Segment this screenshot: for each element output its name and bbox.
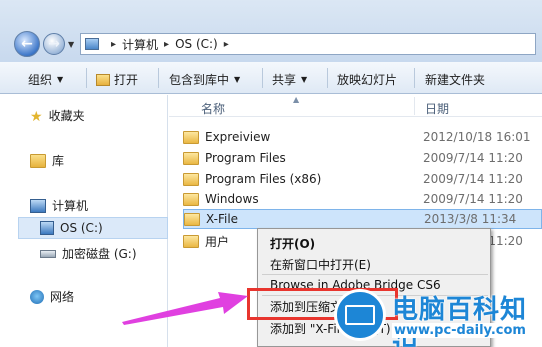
pointer-arrow-icon bbox=[122, 292, 248, 325]
nav-item-libraries[interactable]: 库 bbox=[30, 152, 64, 169]
file-date: 2009/7/14 11:20 bbox=[423, 151, 523, 165]
star-icon: ★ bbox=[30, 108, 43, 125]
chevron-right-icon[interactable]: ▸ bbox=[164, 39, 169, 50]
file-name: X-File bbox=[206, 212, 239, 226]
nav-libraries-label: 库 bbox=[52, 154, 65, 168]
computer-icon bbox=[85, 38, 99, 50]
breadcrumb-os-c[interactable]: OS (C:) bbox=[175, 37, 218, 51]
network-icon bbox=[30, 289, 44, 304]
chevron-right-icon[interactable]: ▸ bbox=[111, 39, 116, 50]
menu-item-open-new-window[interactable]: 在新窗口中打开(E) bbox=[270, 256, 371, 273]
menu-item-open[interactable]: 打开(O) bbox=[270, 235, 315, 252]
monitor-icon bbox=[345, 305, 375, 325]
nav-item-network[interactable]: 网络 bbox=[30, 288, 74, 305]
file-row[interactable]: Program Files (x86) 2009/7/14 11:20 bbox=[183, 169, 542, 189]
toolbar-divider bbox=[327, 68, 328, 88]
toolbar-divider bbox=[262, 68, 263, 88]
open-label: 打开 bbox=[114, 73, 139, 87]
computer-icon bbox=[30, 198, 46, 213]
caret-down-icon: ▼ bbox=[301, 75, 308, 84]
file-name: Program Files bbox=[205, 151, 286, 165]
toolbar-divider bbox=[86, 68, 87, 88]
file-row[interactable]: Program Files 2009/7/14 11:20 bbox=[183, 148, 542, 168]
include-in-library-label: 包含到库中 bbox=[169, 73, 230, 87]
file-date: 2012/10/18 16:01 bbox=[423, 130, 531, 144]
include-in-library-button[interactable]: 包含到库中 ▼ bbox=[169, 71, 240, 88]
file-date: 2009/7/14 11:20 bbox=[423, 192, 523, 206]
drive-icon bbox=[40, 249, 56, 258]
forward-arrow-icon: → bbox=[48, 36, 60, 52]
nav-item-computer[interactable]: 计算机 bbox=[30, 197, 88, 214]
nav-item-encrypted-g[interactable]: 加密磁盘 (G:) bbox=[40, 245, 137, 262]
recent-pages-chevron-icon[interactable]: ▼ bbox=[68, 40, 74, 49]
open-button[interactable]: 打开 bbox=[96, 71, 138, 88]
toolbar-divider bbox=[414, 68, 415, 88]
system-drive-icon bbox=[40, 221, 54, 235]
organize-label: 组织 bbox=[28, 73, 53, 87]
watermark-logo-icon bbox=[334, 289, 386, 341]
file-date: 2013/3/8 11:34 bbox=[424, 212, 517, 226]
new-folder-button[interactable]: 新建文件夹 bbox=[425, 71, 485, 88]
caret-down-icon: ▼ bbox=[57, 75, 64, 84]
watermark-title: 电脑百科知识 bbox=[392, 295, 528, 347]
share-label: 共享 bbox=[272, 73, 297, 87]
nav-item-favorites[interactable]: ★ 收藏夹 bbox=[30, 107, 85, 125]
chevron-right-icon[interactable]: ▸ bbox=[224, 39, 229, 50]
back-arrow-icon: ← bbox=[21, 36, 33, 52]
address-bar-region: ← → ▼ ▸ 计算机 ▸ OS (C:) ▸ bbox=[0, 0, 542, 62]
address-field[interactable]: ▸ 计算机 ▸ OS (C:) ▸ bbox=[80, 33, 536, 55]
file-name: Expreiview bbox=[205, 130, 271, 144]
folder-icon bbox=[184, 212, 200, 226]
column-header-date[interactable]: 日期 bbox=[425, 100, 449, 117]
forward-button[interactable]: → bbox=[43, 33, 65, 55]
column-header-name[interactable]: 名称 bbox=[201, 100, 225, 117]
file-name: Program Files (x86) bbox=[205, 172, 322, 186]
nav-favorites-label: 收藏夹 bbox=[48, 109, 85, 123]
slideshow-button[interactable]: 放映幻灯片 bbox=[337, 71, 397, 88]
sort-ascending-icon: ▲ bbox=[293, 95, 300, 104]
file-row[interactable]: Windows 2009/7/14 11:20 bbox=[183, 189, 542, 209]
watermark-url: www.pc-daily.com bbox=[392, 323, 528, 338]
folder-icon bbox=[183, 130, 199, 144]
folder-icon bbox=[183, 151, 199, 165]
breadcrumb-computer[interactable]: 计算机 bbox=[122, 36, 158, 53]
caret-down-icon: ▼ bbox=[234, 75, 241, 84]
folder-icon bbox=[183, 172, 199, 186]
nav-os-c-label: OS (C:) bbox=[60, 221, 103, 235]
column-headers: 名称 ▲ 日期 bbox=[169, 95, 542, 117]
new-folder-label: 新建文件夹 bbox=[425, 73, 486, 87]
watermark: 电脑百科知识 www.pc-daily.com bbox=[330, 283, 542, 347]
file-date: 2009/7/14 11:20 bbox=[423, 172, 523, 186]
library-icon bbox=[30, 153, 46, 168]
nav-item-os-c[interactable]: OS (C:) bbox=[40, 221, 103, 235]
organize-button[interactable]: 组织 ▼ bbox=[28, 71, 63, 88]
command-bar: 组织 ▼ 打开 包含到库中 ▼ 共享 ▼ 放映幻灯片 新建文件夹 bbox=[0, 62, 542, 94]
file-row-selected[interactable]: X-File 2013/3/8 11:34 bbox=[183, 209, 542, 229]
nav-encrypted-g-label: 加密磁盘 (G:) bbox=[62, 247, 137, 261]
nav-network-label: 网络 bbox=[50, 290, 75, 304]
file-row[interactable]: Expreiview 2012/10/18 16:01 bbox=[183, 127, 542, 147]
slideshow-label: 放映幻灯片 bbox=[337, 73, 398, 87]
menu-separator bbox=[262, 274, 488, 275]
file-name: Windows bbox=[205, 192, 259, 206]
share-button[interactable]: 共享 ▼ bbox=[272, 71, 307, 88]
back-button[interactable]: ← bbox=[14, 31, 40, 57]
folder-icon bbox=[183, 192, 199, 206]
column-divider[interactable] bbox=[414, 97, 415, 115]
folder-icon bbox=[183, 234, 199, 248]
open-folder-icon bbox=[96, 73, 110, 86]
toolbar-divider bbox=[158, 68, 159, 88]
nav-computer-label: 计算机 bbox=[52, 199, 89, 213]
